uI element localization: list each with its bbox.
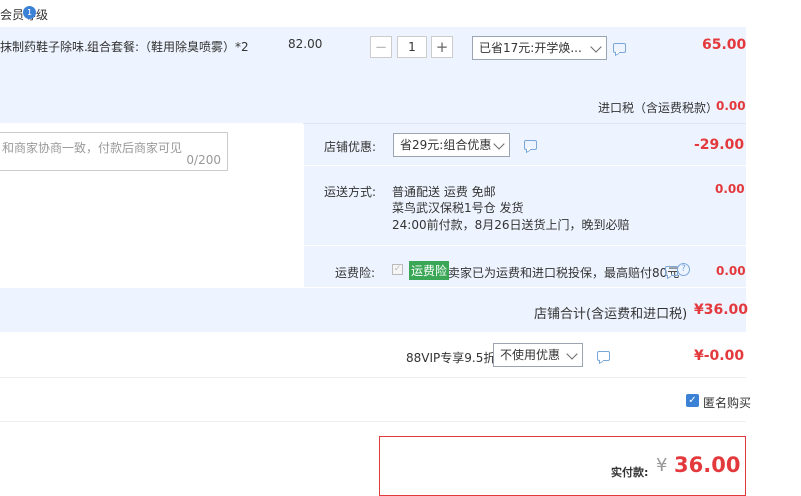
item-promo-select[interactable]: 已省17元:开学焕... <box>472 36 607 60</box>
tax-value: 0.00 <box>716 99 746 113</box>
insurance-tag: 运费险 <box>409 261 450 280</box>
buyer-message-input[interactable]: 和商家协商一致，付款后商家可见 0/200 <box>0 132 228 171</box>
buyer-message-placeholder: 和商家协商一致，付款后商家可见 <box>2 141 183 155</box>
shop-discount-select-value: 省29元:组合优惠 <box>400 138 492 152</box>
payment-amount: 36.00 <box>674 453 741 477</box>
shipping-line3: 24:00前付款，8月26日送货上门，晚到必赔 <box>392 218 630 232</box>
shipping-row <box>304 166 746 245</box>
quantity-input[interactable]: 1 <box>397 36 427 58</box>
chevron-down-icon <box>566 348 578 360</box>
divider <box>0 377 746 378</box>
insurance-value: 0.00 <box>716 264 746 278</box>
anonymous-label: 匿名购买 <box>703 396 752 410</box>
insurance-label: 运费险: <box>335 266 376 280</box>
chevron-down-icon <box>590 41 602 53</box>
item-subtotal: 65.00 <box>702 37 747 53</box>
message-icon[interactable] <box>597 351 610 361</box>
item-promo-select-value: 已省17元:开学焕... <box>479 41 582 55</box>
message-icon[interactable] <box>613 43 626 53</box>
help-icon[interactable]: ? <box>677 263 690 276</box>
shop-discount-select[interactable]: 省29元:组合优惠 <box>393 133 510 157</box>
currency-symbol: ¥ <box>656 455 668 476</box>
shipping-line2: 菜鸟武汉保税1号仓 发货 <box>392 201 524 215</box>
quantity-decrease-button[interactable]: − <box>370 36 392 58</box>
message-counter: 0/200 <box>186 153 221 167</box>
vip-discount-select[interactable]: 不使用优惠 <box>493 343 583 367</box>
divider <box>0 421 746 422</box>
vip-value: ¥-0.00 <box>694 348 745 364</box>
shop-discount-label: 店铺优惠: <box>324 140 377 154</box>
item-spec: 组合套餐:（鞋用除臭喷雾）*2 <box>87 40 249 54</box>
insurance-checkbox[interactable]: ✓ <box>392 264 403 275</box>
message-icon[interactable] <box>524 140 537 150</box>
shipping-label: 运送方式: <box>324 185 377 199</box>
anonymous-checkbox[interactable]: ✓ <box>686 394 699 407</box>
vip-discount-select-value: 不使用优惠 <box>500 348 561 362</box>
payment-label: 实付款: <box>611 466 649 479</box>
shop-total-label: 店铺合计(含运费和进口税) <box>534 307 688 322</box>
insurance-text: 卖家已为运费和进口税投保，最高赔付80元 <box>448 266 680 280</box>
payment-summary-box: 实付款: ¥ 36.00 <box>379 436 746 496</box>
shipping-line1: 普通配送 运费 免邮 <box>392 185 496 199</box>
item-name[interactable]: 抹制药鞋子除味... <box>0 38 95 55</box>
quantity-increase-button[interactable]: + <box>431 36 453 58</box>
shipping-value: 0.00 <box>715 182 745 196</box>
vip-label: 88VIP专享9.5折 <box>406 351 496 365</box>
message-icon[interactable] <box>665 266 678 276</box>
item-price: 82.00 <box>288 37 323 51</box>
shop-discount-value: -29.00 <box>694 137 745 153</box>
level-badge-icon: 1 <box>23 6 36 19</box>
chevron-down-icon <box>493 138 505 150</box>
tax-label: 进口税（含运费税款） <box>598 101 719 115</box>
shop-total-value: ¥36.00 <box>694 302 749 318</box>
